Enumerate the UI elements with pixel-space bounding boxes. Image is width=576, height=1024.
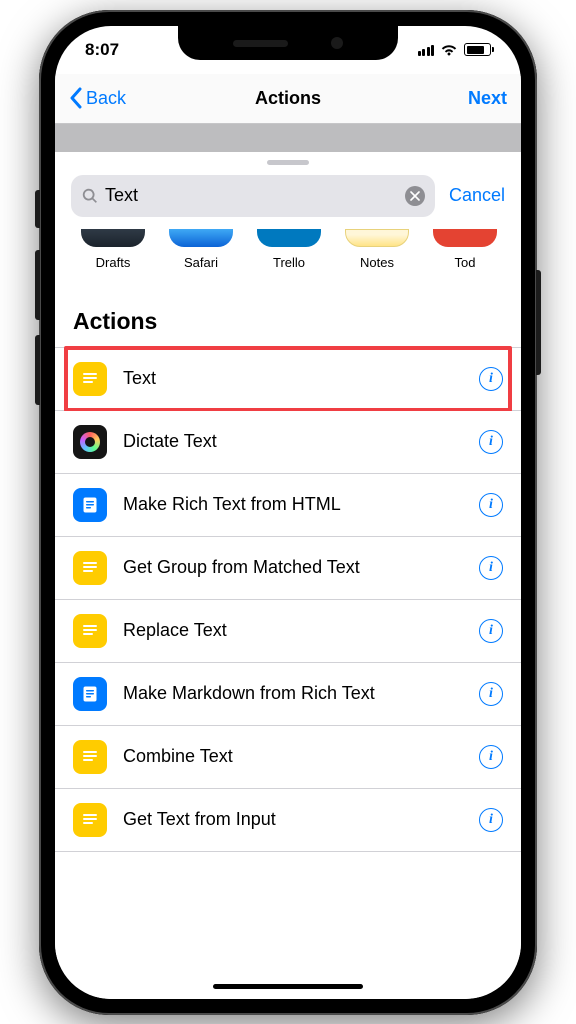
section-title: Actions — [55, 284, 521, 347]
action-row[interactable]: Make Markdown from Rich Texti — [55, 663, 521, 726]
info-button[interactable]: i — [479, 745, 503, 769]
info-button[interactable]: i — [479, 808, 503, 832]
back-label: Back — [86, 88, 126, 109]
action-icon — [73, 362, 107, 396]
action-icon — [73, 488, 107, 522]
action-row[interactable]: Get Group from Matched Texti — [55, 537, 521, 600]
search-icon — [81, 187, 99, 205]
action-icon — [73, 551, 107, 585]
action-row[interactable]: Texti — [55, 348, 521, 411]
app-tod[interactable]: Tod — [421, 229, 509, 270]
notch — [178, 26, 398, 60]
action-icon — [73, 614, 107, 648]
action-label: Get Group from Matched Text — [123, 557, 479, 578]
nav-bar: Back Actions Next — [55, 74, 521, 124]
info-button[interactable]: i — [479, 682, 503, 706]
app-icon — [257, 229, 321, 247]
action-icon — [73, 425, 107, 459]
cancel-button[interactable]: Cancel — [449, 185, 505, 206]
action-label: Make Rich Text from HTML — [123, 494, 479, 515]
app-drafts[interactable]: Drafts — [69, 229, 157, 270]
action-icon — [73, 803, 107, 837]
app-icon — [81, 229, 145, 247]
info-button[interactable]: i — [479, 619, 503, 643]
close-icon — [410, 191, 420, 201]
next-button[interactable]: Next — [468, 88, 507, 109]
back-button[interactable]: Back — [69, 87, 126, 109]
app-label: Drafts — [96, 255, 131, 270]
sheet-backdrop — [55, 124, 521, 152]
home-indicator[interactable] — [213, 984, 363, 989]
app-notes[interactable]: Notes — [333, 229, 421, 270]
status-time: 8:07 — [85, 40, 119, 60]
page-title: Actions — [255, 88, 321, 109]
wifi-icon — [440, 43, 458, 56]
action-label: Combine Text — [123, 746, 479, 767]
app-icon — [345, 229, 409, 247]
action-label: Dictate Text — [123, 431, 479, 452]
action-row[interactable]: Dictate Texti — [55, 411, 521, 474]
app-label: Safari — [184, 255, 218, 270]
app-safari[interactable]: Safari — [157, 229, 245, 270]
app-label: Trello — [273, 255, 305, 270]
app-icon — [169, 229, 233, 247]
action-label: Make Markdown from Rich Text — [123, 683, 479, 704]
battery-icon — [464, 43, 491, 56]
info-button[interactable]: i — [479, 367, 503, 391]
search-input[interactable] — [99, 185, 405, 206]
action-label: Replace Text — [123, 620, 479, 641]
action-list[interactable]: TextiDictate TextiMake Rich Text from HT… — [55, 347, 521, 852]
app-label: Tod — [455, 255, 476, 270]
action-label: Text — [123, 368, 479, 389]
app-label: Notes — [360, 255, 394, 270]
search-field[interactable] — [71, 175, 435, 217]
action-row[interactable]: Combine Texti — [55, 726, 521, 789]
phone-frame: 8:07 Back Actions Next — [39, 10, 537, 1015]
clear-search-button[interactable] — [405, 186, 425, 206]
apps-row[interactable]: Drafts Safari Trello Notes Tod — [55, 229, 521, 284]
info-button[interactable]: i — [479, 556, 503, 580]
action-row[interactable]: Make Rich Text from HTMLi — [55, 474, 521, 537]
action-icon — [73, 677, 107, 711]
action-row[interactable]: Get Text from Inputi — [55, 789, 521, 852]
chevron-left-icon — [69, 87, 82, 109]
info-button[interactable]: i — [479, 493, 503, 517]
app-trello[interactable]: Trello — [245, 229, 333, 270]
action-label: Get Text from Input — [123, 809, 479, 830]
search-sheet: Cancel Drafts Safari Trello Notes Tod Action… — [55, 152, 521, 999]
info-button[interactable]: i — [479, 430, 503, 454]
cellular-icon — [418, 44, 435, 56]
action-icon — [73, 740, 107, 774]
screen: 8:07 Back Actions Next — [55, 26, 521, 999]
action-row[interactable]: Replace Texti — [55, 600, 521, 663]
app-icon — [433, 229, 497, 247]
